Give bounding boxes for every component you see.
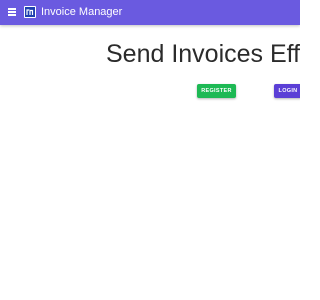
app-window: Invoice Manager Send Invoices Eff REGIST… <box>0 0 300 300</box>
hamburger-menu-icon[interactable] <box>7 6 19 18</box>
app-logo-icon <box>24 6 36 18</box>
app-bar: Invoice Manager <box>0 0 300 25</box>
register-button[interactable]: REGISTER <box>197 84 236 98</box>
app-title: Invoice Manager <box>41 6 123 18</box>
login-button[interactable]: LOGIN <box>274 84 300 98</box>
hero-title: Send Invoices Eff <box>106 40 300 68</box>
